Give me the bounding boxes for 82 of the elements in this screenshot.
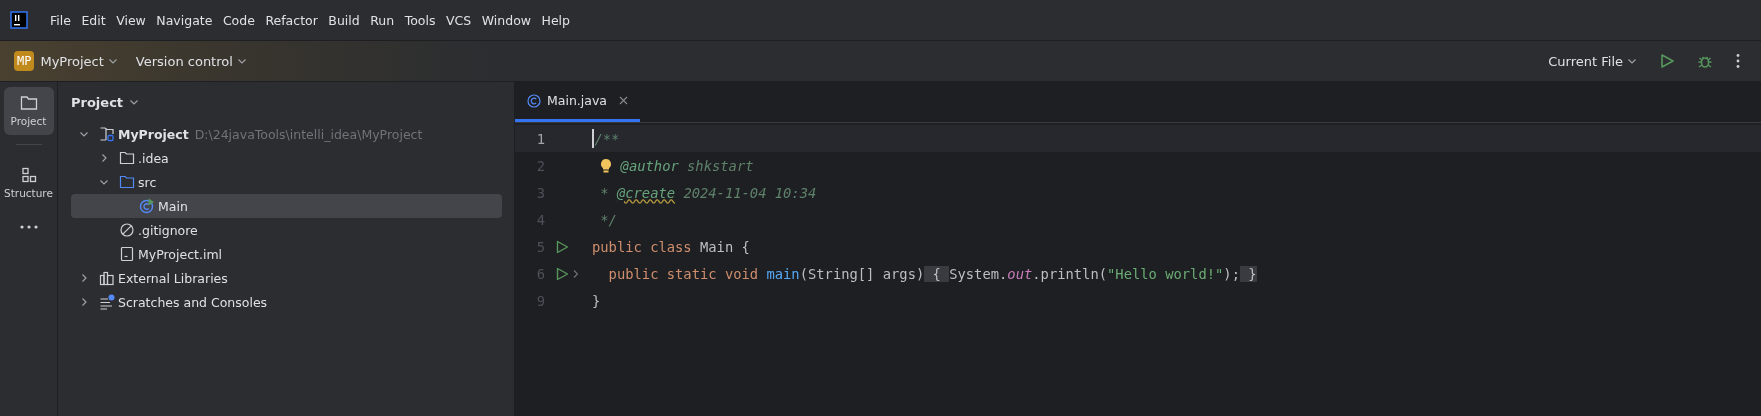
tree-item[interactable]: src — [71, 170, 502, 194]
code-token: public static void — [607, 265, 760, 282]
code-token: } — [592, 292, 601, 309]
ignored-file-icon — [119, 222, 135, 238]
tool-window-button[interactable]: Project — [3, 87, 54, 135]
lightbulb-icon[interactable] — [600, 157, 613, 174]
code-token: @create — [616, 184, 676, 201]
menu-item[interactable]: Window — [481, 12, 531, 28]
code-token: */ — [599, 211, 617, 228]
menu-item[interactable]: View — [116, 12, 146, 28]
code-token: "Hello world!" — [1107, 265, 1224, 282]
menu-item[interactable]: Code — [222, 12, 255, 28]
run-config-dropdown[interactable]: Current File — [1548, 53, 1623, 69]
tree-item[interactable]: .idea — [71, 146, 502, 170]
project-path: D:\24javaTools\intelli_idea\MyProject — [194, 126, 423, 142]
menu-item[interactable]: Build — [328, 12, 360, 28]
run-icon[interactable] — [555, 266, 569, 281]
tree-item[interactable]: MyProject.iml — [71, 242, 502, 266]
code-token: ); — [1223, 265, 1240, 282]
code-token: public class — [592, 238, 693, 255]
libraries-icon — [99, 270, 115, 286]
close-icon[interactable] — [619, 96, 628, 105]
run-icon[interactable] — [555, 239, 569, 254]
menu-item[interactable]: Run — [370, 12, 395, 28]
class-icon — [139, 198, 155, 214]
code-token: .println( — [1032, 265, 1108, 282]
code-token: /** — [594, 130, 620, 147]
more-icon[interactable] — [1735, 53, 1741, 69]
editor-tab[interactable]: Main.java — [515, 82, 640, 122]
tree-label: Scratches and Consoles — [118, 294, 268, 310]
tree-label: .gitignore — [138, 222, 198, 238]
panel-title[interactable]: Project — [71, 94, 124, 110]
code-token: shkstart — [686, 157, 754, 174]
code-token: (String[] args) — [799, 265, 925, 282]
menu-item[interactable]: Navigate — [156, 12, 213, 28]
tool-window-button[interactable]: Structure — [3, 159, 54, 207]
chevron-down-icon — [129, 97, 140, 107]
structure-icon — [20, 167, 37, 183]
chevron-down-icon — [236, 56, 247, 66]
folder-icon — [119, 174, 135, 190]
tree-label: MyProject.iml — [138, 246, 223, 262]
class-icon — [527, 93, 541, 108]
code-token: out — [1007, 265, 1033, 282]
tree-item[interactable]: Main — [71, 194, 502, 218]
tree-label: External Libraries — [118, 270, 228, 286]
chevron-down-icon — [107, 56, 118, 66]
code-token: * — [599, 184, 610, 201]
scratches-icon — [99, 294, 115, 310]
text-caret — [592, 129, 594, 148]
menu-item[interactable]: Refactor — [265, 12, 318, 28]
code-token: System. — [949, 265, 1008, 282]
tree-label: src — [138, 174, 157, 190]
file-icon — [119, 246, 135, 262]
tree-label: Main — [158, 198, 188, 214]
tree-item[interactable]: MyProject D:\24javaTools\intelli_idea\MyProject — [71, 122, 502, 146]
folder-icon — [119, 150, 135, 166]
folder-icon — [19, 95, 38, 111]
tree-item[interactable]: Scratches and Consoles — [71, 290, 502, 314]
menu-item[interactable]: VCS — [446, 12, 472, 28]
project-folder-icon — [99, 126, 115, 142]
chevron-right-icon[interactable] — [572, 268, 580, 279]
version-control-dropdown[interactable]: Version control — [135, 53, 233, 69]
chevron-down-icon — [1627, 56, 1637, 66]
menu-item[interactable]: File — [50, 12, 71, 28]
code-token: { — [924, 265, 950, 282]
app-logo-icon[interactable] — [10, 11, 28, 29]
tree-item[interactable]: External Libraries — [71, 266, 502, 290]
menu-item[interactable]: Tools — [404, 12, 436, 28]
tree-item[interactable]: .gitignore — [71, 218, 502, 242]
project-dropdown[interactable]: MyProject — [40, 53, 104, 69]
code-token: @author — [620, 157, 679, 174]
tree-label: MyProject — [118, 126, 189, 142]
run-icon[interactable] — [1659, 53, 1675, 69]
more-icon[interactable] — [19, 225, 38, 229]
code-token: Main { — [700, 238, 750, 255]
menu-item[interactable]: Help — [541, 12, 570, 28]
code-token: } — [1239, 265, 1257, 282]
menu-item[interactable]: Edit — [81, 12, 106, 28]
code-token: main — [766, 265, 800, 282]
line-number: 1 — [535, 130, 545, 147]
code-token: 2024-11-04 10:34 — [682, 184, 817, 201]
tree-label: .idea — [138, 150, 169, 166]
